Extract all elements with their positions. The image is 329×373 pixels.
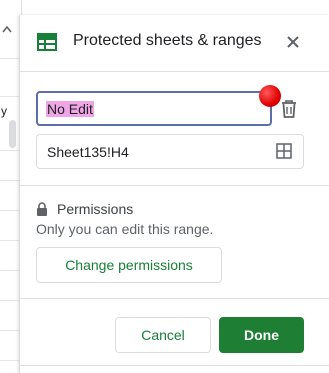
- bottom-divider: [20, 365, 329, 366]
- row-divider: [0, 300, 20, 301]
- header-divider: [20, 71, 329, 72]
- panel-title: Protected sheets & ranges: [73, 32, 262, 49]
- permissions-description: Only you can edit this range.: [36, 221, 214, 237]
- row-divider: [0, 210, 20, 211]
- close-icon[interactable]: [284, 33, 302, 51]
- lock-icon: [37, 202, 47, 216]
- sheets-grid-icon: [37, 33, 57, 51]
- section-divider: [20, 185, 329, 186]
- protected-ranges-panel: Protected sheets & ranges No Edit Sheet1…: [19, 15, 329, 373]
- cursor-indicator: [259, 85, 281, 107]
- done-button[interactable]: Done: [219, 317, 304, 353]
- description-value: No Edit: [46, 100, 94, 117]
- grid-select-icon[interactable]: [276, 143, 292, 159]
- scrollbar-thumb[interactable]: [9, 120, 16, 148]
- row-divider: [0, 96, 20, 97]
- row-divider: [0, 58, 20, 59]
- row-divider: [0, 330, 20, 331]
- chevron-up-icon[interactable]: [2, 24, 12, 34]
- spreadsheet-top-bar: [0, 0, 329, 16]
- range-input[interactable]: Sheet135!H4: [36, 134, 304, 169]
- panel-header: Protected sheets & ranges: [20, 15, 329, 71]
- description-input[interactable]: No Edit: [36, 91, 272, 126]
- permissions-title: Permissions: [57, 201, 134, 217]
- row-divider: [0, 180, 20, 181]
- change-permissions-button[interactable]: Change permissions: [36, 247, 222, 283]
- cell-text-fragment: y: [1, 104, 7, 118]
- range-value: Sheet135!H4: [47, 143, 129, 160]
- row-divider: [0, 240, 20, 241]
- footer-divider: [20, 298, 329, 299]
- row-divider: [0, 150, 20, 151]
- trash-icon[interactable]: [280, 99, 298, 119]
- row-divider: [0, 360, 20, 361]
- cancel-button[interactable]: Cancel: [115, 317, 211, 353]
- row-divider: [0, 270, 20, 271]
